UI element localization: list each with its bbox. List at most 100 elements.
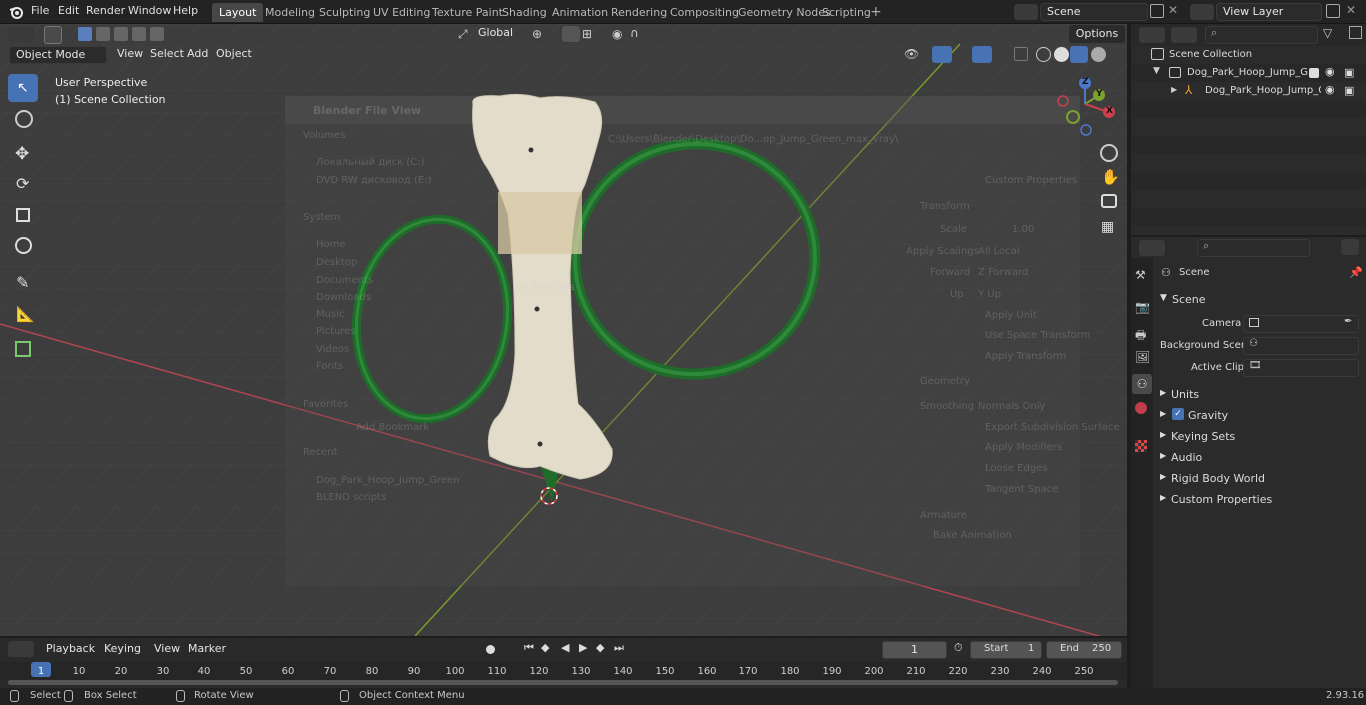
texture-tab-icon[interactable] [1135,440,1147,452]
view-layer-icon[interactable] [1190,4,1214,20]
jump-keyframe-forward-icon[interactable]: ◆ [596,641,604,654]
keying-menu[interactable]: Keying [98,641,146,659]
move-tool[interactable]: ✥ [8,141,38,169]
tab-scripting[interactable]: Scripting [815,3,878,22]
overlay-toggle-icon[interactable] [972,46,992,63]
tool-tab-icon[interactable]: ⚒ [1135,268,1146,282]
select-box-tool[interactable]: ↖ [8,74,38,102]
measure-tool[interactable]: 📐 [8,301,38,329]
options-button[interactable]: Options [1069,25,1125,43]
viewport-menu-view[interactable]: View [117,47,143,60]
material-shading-icon[interactable] [1070,46,1088,63]
outliner-search-input[interactable] [1205,26,1318,44]
wireframe-shading-icon[interactable] [1036,47,1051,62]
subpanel-custom-properties[interactable]: ▶ Custom Properties [1153,490,1366,508]
outliner-row-scene[interactable]: Scene Collection [1131,46,1366,64]
xray-toggle-icon[interactable] [1014,47,1028,61]
cursor-tool[interactable] [8,106,38,134]
new-view-layer-icon[interactable] [1326,4,1340,18]
rendered-shading-icon[interactable] [1091,47,1106,62]
preview-range-icon[interactable]: ⏱ [954,641,963,655]
new-scene-icon[interactable] [1150,4,1164,18]
rotate-tool[interactable]: ⟳ [8,171,38,199]
subpanel-units[interactable]: ▶ Units [1153,385,1366,403]
collection-render-icon[interactable]: ▣ [1344,66,1354,79]
current-frame-field[interactable]: 1 [882,641,947,659]
outliner-editor-type-icon[interactable] [1139,27,1165,43]
select-mode-invert-icon[interactable] [132,27,146,41]
solid-shading-icon[interactable] [1054,47,1069,62]
scene-tab-icon[interactable]: ⚇ [1132,374,1152,394]
outliner-row-object[interactable]: ▶ ⅄ Dog_Park_Hoop_Jump_Gr ◉ ▣ [1131,82,1366,100]
select-mode-extend-icon[interactable] [96,27,110,41]
properties-options-icon[interactable] [1341,239,1359,255]
expand-arrow-icon[interactable]: ▼ [1153,66,1160,76]
add-cube-tool[interactable] [8,336,38,364]
perspective-grid-icon[interactable]: ▦ [1101,219,1114,235]
menu-edit[interactable]: Edit [58,4,79,17]
exclude-checkbox-icon[interactable] [1309,68,1319,78]
collection-visibility-icon[interactable]: ◉ [1325,65,1335,78]
transform-orientation-dropdown[interactable]: Global [472,25,524,43]
timeline-scrollbar[interactable] [8,680,1118,685]
menu-window[interactable]: Window [128,4,171,17]
scene-panel-title[interactable]: Scene [1172,293,1206,306]
gravity-checkbox[interactable]: ✓ [1172,408,1184,420]
annotate-tool[interactable]: ✎ [8,270,38,298]
scene-selector[interactable]: Scene [1040,3,1148,21]
tab-layout[interactable]: Layout [212,3,264,22]
object-render-icon[interactable]: ▣ [1344,84,1354,97]
menu-file[interactable]: File [31,4,49,17]
viewport-scene[interactable] [0,24,1127,636]
camera-field[interactable] [1243,315,1359,333]
snap-icon[interactable] [562,26,580,42]
view-layer-tab-icon[interactable]: 🖼 [1135,350,1150,364]
menu-render[interactable]: Render [86,4,125,17]
transform-tool[interactable] [8,233,38,261]
zoom-icon[interactable] [1100,144,1118,162]
timeline-view-menu[interactable]: View [148,641,184,659]
viewport-menu-object[interactable]: Object [216,47,252,60]
pan-hand-icon[interactable]: ✋ [1101,168,1120,186]
object-visibility-icon[interactable]: ◉ [1325,83,1335,96]
scene-panel-expand-icon[interactable]: ▼ [1160,293,1167,303]
timeline-editor-type-icon[interactable] [8,641,34,657]
outliner-row-collection[interactable]: ▼ Dog_Park_Hoop_Jump_Green_ ◉ ▣ [1131,64,1366,82]
view-layer-selector[interactable]: View Layer [1216,3,1322,21]
add-workspace-icon[interactable]: + [870,5,884,19]
blender-logo-icon[interactable] [8,4,24,20]
close-view-layer-icon[interactable]: ✕ [1346,3,1356,17]
viewport-menu-add[interactable]: Add [187,47,208,60]
scene-icon[interactable] [1014,4,1038,20]
jump-keyframe-back-icon[interactable]: ◆ [541,641,549,654]
subpanel-audio[interactable]: ▶ Audio [1153,448,1366,466]
properties-editor-type-icon[interactable] [1139,240,1165,256]
play-icon[interactable]: ▶ [579,641,587,654]
subpanel-rigid-body-world[interactable]: ▶ Rigid Body World [1153,469,1366,487]
proportional-edit-icon[interactable]: ◉ [612,27,622,41]
output-tab-icon[interactable]: 🖶 [1135,326,1146,347]
subpanel-gravity[interactable]: ▶ ✓ Gravity [1153,406,1366,424]
transform-orientation-icon[interactable]: ⤢ [458,27,468,42]
outliner-filter-icon[interactable]: ▽ [1323,26,1332,40]
viewport-menu-select[interactable]: Select [150,47,184,60]
render-tab-icon[interactable]: 📷 [1135,300,1150,314]
select-mode-new-icon[interactable] [78,27,92,41]
menu-help[interactable]: Help [173,4,198,17]
3d-viewport[interactable]: Blender File View Volumes Локальный диск… [0,24,1127,636]
select-mode-subtract-icon[interactable] [114,27,128,41]
camera-view-icon[interactable] [1101,194,1117,208]
jump-end-icon[interactable]: ⏭ [614,641,624,655]
select-mode-intersect-icon[interactable] [150,27,164,41]
gizmo-toggle-icon[interactable] [932,46,952,63]
auto-keying-icon[interactable] [486,645,495,654]
marker-menu[interactable]: Marker [182,641,230,659]
world-tab-icon[interactable] [1135,402,1147,414]
snap-target-icon[interactable]: ⊞ [582,27,592,41]
play-reverse-icon[interactable]: ◀ [561,641,569,654]
subpanel-keying-sets[interactable]: ▶ Keying Sets [1153,427,1366,445]
close-scene-icon[interactable]: ✕ [1168,3,1178,17]
pin-icon[interactable]: 📌 [1349,266,1363,279]
expand-object-arrow-icon[interactable]: ▶ [1171,85,1177,94]
jump-start-icon[interactable]: ⏮ [524,641,534,655]
